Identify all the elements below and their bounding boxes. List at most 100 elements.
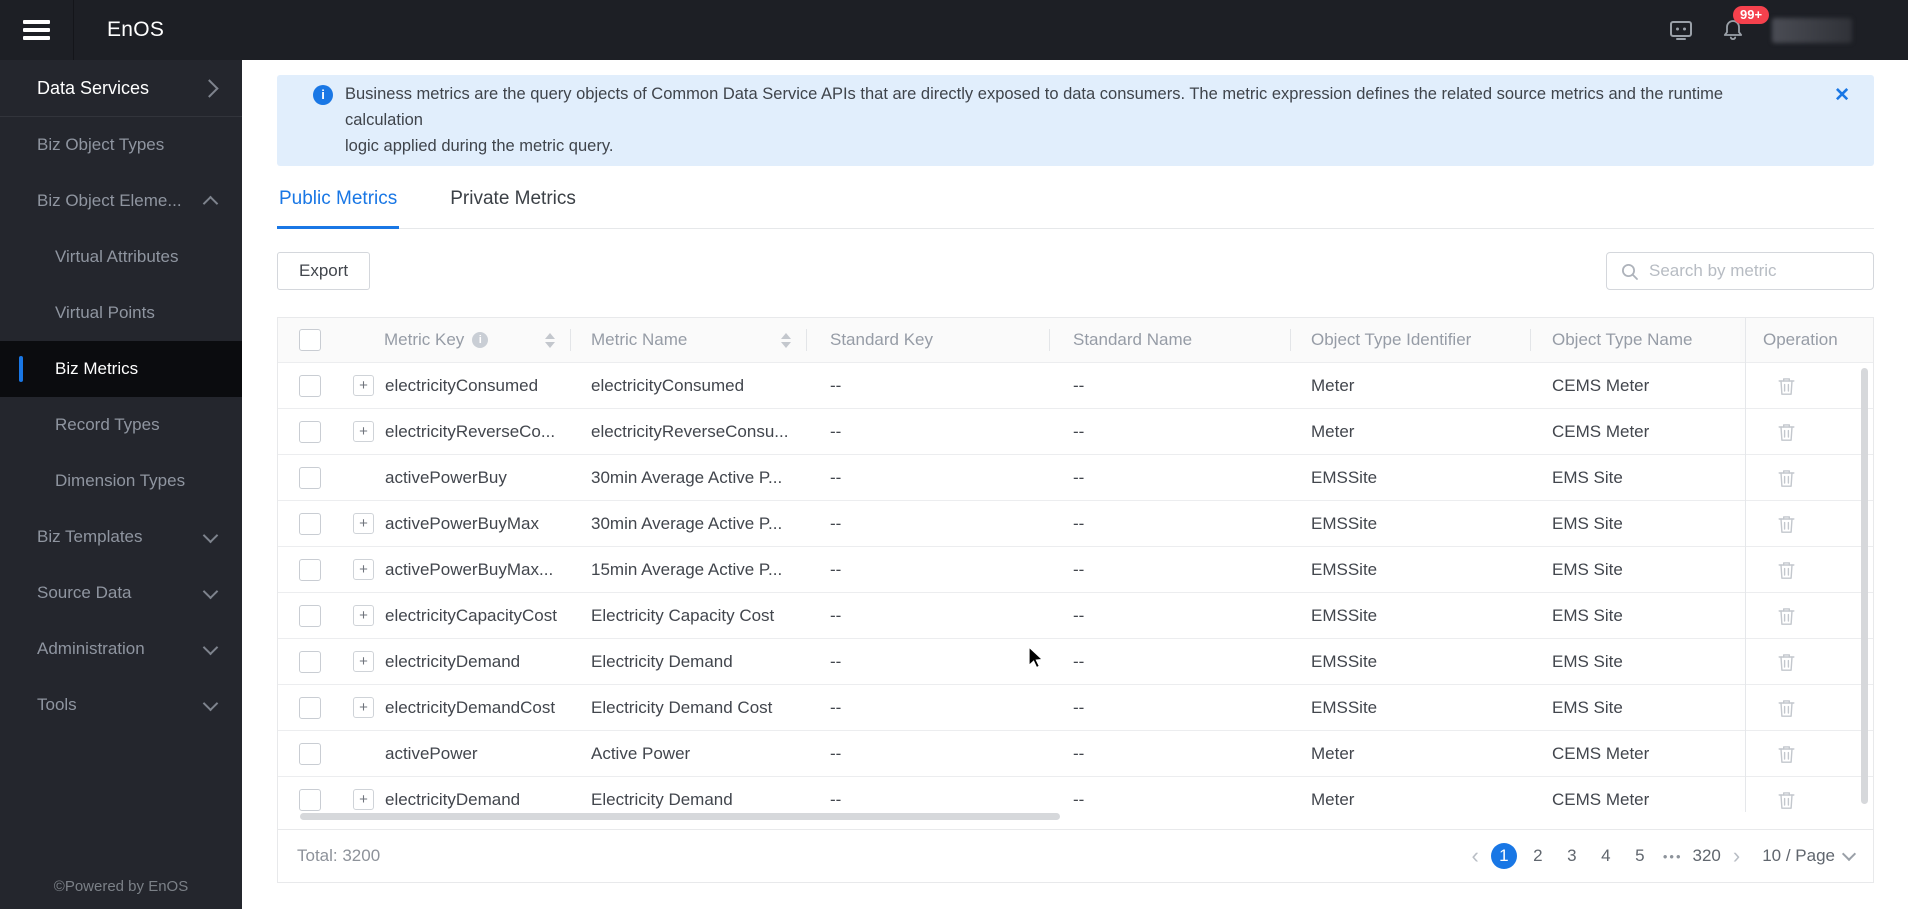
chevron-down-icon (202, 639, 219, 655)
sidebar-item-biz-object-eleme[interactable]: Biz Object Eleme... (0, 173, 242, 229)
row-checkbox[interactable] (298, 512, 321, 535)
pager-ellipsis[interactable]: ••• (1663, 849, 1683, 864)
search-input[interactable] (1607, 253, 1873, 289)
expand-row-button[interactable]: + (353, 651, 374, 672)
object-type-identifier-cell: Meter (1311, 421, 1355, 441)
page-number-last[interactable]: 320 (1693, 843, 1721, 869)
expand-row-button[interactable]: + (353, 789, 374, 810)
standard-name-cell: -- (1073, 513, 1085, 533)
expand-row-button[interactable]: + (353, 375, 374, 396)
workbench-monitor-icon[interactable] (1668, 18, 1694, 43)
expand-row-button[interactable]: + (353, 421, 374, 442)
sidebar-item-tools[interactable]: Tools (0, 677, 242, 733)
table-row: + electricityConsumed electricityConsumed -… (278, 362, 1873, 408)
sidebar-item-biz-templates[interactable]: Biz Templates (0, 509, 242, 565)
standard-key-cell: -- (830, 559, 842, 579)
delete-row-button[interactable] (1777, 606, 1796, 626)
notifications-bell-icon[interactable]: 99+ (1720, 6, 1770, 43)
page-number-5[interactable]: 5 (1627, 843, 1653, 869)
header-cell-object-type-name: Object Type Name (1552, 330, 1693, 349)
sidebar-item-biz-object-types[interactable]: Biz Object Types (0, 117, 242, 173)
standard-name-cell: -- (1073, 697, 1085, 717)
object-type-name-cell: CEMS Meter (1552, 743, 1650, 763)
row-checkbox[interactable] (298, 742, 321, 765)
page-number-4[interactable]: 4 (1593, 843, 1619, 869)
standard-name-cell: -- (1073, 605, 1085, 625)
chevron-down-icon (202, 695, 219, 711)
delete-row-button[interactable] (1777, 422, 1796, 442)
metric-name-cell: Electricity Capacity Cost (591, 605, 775, 625)
page-size-select[interactable]: 10 / Page (1762, 846, 1857, 866)
user-account-redacted[interactable] (1772, 17, 1852, 43)
standard-name-cell: -- (1073, 421, 1085, 441)
delete-row-button[interactable] (1777, 790, 1796, 810)
info-icon: i (313, 85, 333, 105)
delete-row-button[interactable] (1777, 376, 1796, 396)
delete-row-button[interactable] (1777, 652, 1796, 672)
sidebar-item-label: Biz Object Eleme... (37, 191, 182, 210)
page-number-2[interactable]: 2 (1525, 843, 1551, 869)
row-checkbox[interactable] (298, 604, 321, 627)
page-number-3[interactable]: 3 (1559, 843, 1585, 869)
sort-icon[interactable] (781, 332, 791, 348)
metrics-tabs: Public Metrics Private Metrics (277, 188, 1874, 229)
main-content: i Business metrics are the query objects… (242, 60, 1908, 909)
chevron-right-icon (200, 78, 219, 98)
sidebar-item-label: Dimension Types (55, 471, 186, 490)
delete-row-button[interactable] (1777, 698, 1796, 718)
sidebar-section-data-services[interactable]: Data Services (0, 60, 242, 117)
standard-key-cell: -- (830, 467, 842, 487)
sidebar-item-administration[interactable]: Administration (0, 621, 242, 677)
menu-toggle-button[interactable] (0, 0, 74, 60)
sidebar-item-source-data[interactable]: Source Data (0, 565, 242, 621)
row-checkbox[interactable] (298, 650, 321, 673)
row-checkbox[interactable] (298, 374, 321, 397)
standard-key-cell: -- (830, 375, 842, 395)
sidebar-item-virtual-attributes[interactable]: Virtual Attributes (0, 229, 242, 285)
next-page-button[interactable]: › (1729, 845, 1744, 867)
banner-text-line2: logic applied during the metric query. (345, 137, 614, 155)
metric-key-cell: activePowerBuyMax (385, 513, 540, 533)
sidebar-item-virtual-points[interactable]: Virtual Points (0, 285, 242, 341)
row-checkbox[interactable] (298, 558, 321, 581)
standard-key-cell: -- (830, 651, 842, 671)
vertical-scrollbar[interactable] (1861, 368, 1868, 804)
sidebar-item-dimension-types[interactable]: Dimension Types (0, 453, 242, 509)
horizontal-scrollbar[interactable] (300, 813, 1060, 820)
metric-key-cell: activePower (385, 743, 478, 763)
expand-row-button[interactable]: + (353, 513, 374, 534)
object-type-name-cell: EMS Site (1552, 697, 1623, 717)
tab-public-metrics[interactable]: Public Metrics (277, 188, 400, 229)
standard-name-cell: -- (1073, 789, 1085, 809)
sidebar-item-record-types[interactable]: Record Types (0, 397, 242, 453)
row-checkbox[interactable] (298, 466, 321, 489)
delete-row-button[interactable] (1777, 560, 1796, 580)
close-banner-icon[interactable]: ✕ (1834, 83, 1850, 109)
select-all-checkbox[interactable] (298, 329, 321, 351)
row-checkbox[interactable] (298, 788, 321, 811)
export-button[interactable]: Export (277, 252, 371, 290)
row-checkbox[interactable] (298, 696, 321, 719)
previous-page-button[interactable]: ‹ (1468, 845, 1483, 867)
sidebar-item-biz-metrics[interactable]: Biz Metrics (0, 341, 242, 397)
sort-icon[interactable] (545, 332, 555, 348)
row-checkbox[interactable] (298, 420, 321, 443)
sidebar-item-label: Source Data (37, 583, 132, 602)
delete-row-button[interactable] (1777, 744, 1796, 764)
expand-row-button[interactable]: + (353, 605, 374, 626)
brand-logo: EnOS (107, 18, 165, 41)
page-number-1[interactable]: 1 (1490, 843, 1517, 869)
object-type-name-cell: CEMS Meter (1552, 375, 1650, 395)
metric-key-cell: activePowerBuy (385, 467, 507, 487)
delete-row-button[interactable] (1777, 468, 1796, 488)
standard-name-cell: -- (1073, 375, 1085, 395)
metric-key-info-icon[interactable]: i (472, 332, 489, 348)
object-type-name-cell: EMS Site (1552, 605, 1623, 625)
banner-text-line1: Business metrics are the query objects o… (345, 85, 1724, 129)
expand-row-button[interactable]: + (353, 697, 374, 718)
delete-row-button[interactable] (1777, 514, 1796, 534)
expand-row-button[interactable]: + (353, 559, 374, 580)
metric-name-cell: 30min Average Active P... (591, 513, 783, 533)
tab-private-metrics[interactable]: Private Metrics (448, 188, 578, 229)
metric-name-cell: Electricity Demand Cost (591, 697, 773, 717)
